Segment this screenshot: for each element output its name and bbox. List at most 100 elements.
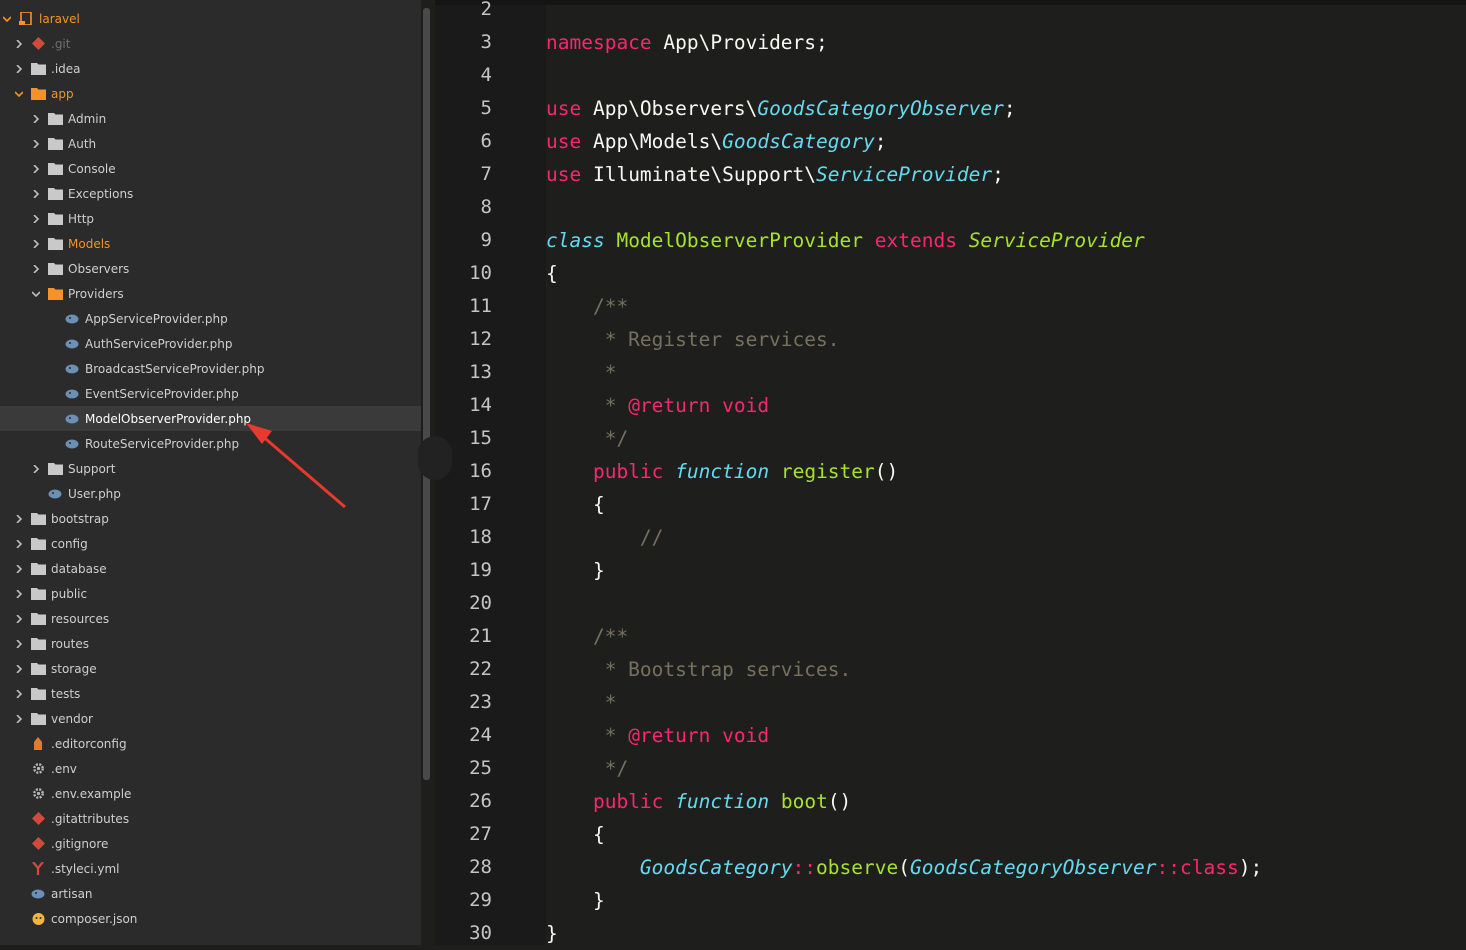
php-icon (64, 412, 80, 426)
tree-item-console[interactable]: Console (0, 156, 421, 181)
tree-item-routeserviceprovider-php[interactable]: RouteServiceProvider.php (0, 431, 421, 456)
tree-item-appserviceprovider-php[interactable]: AppServiceProvider.php (0, 306, 421, 331)
tree-item-models[interactable]: Models (0, 231, 421, 256)
tree-item-laravel[interactable]: laravel (0, 6, 421, 31)
tree-item-composer-json[interactable]: composer.json (0, 906, 421, 931)
chevron-down-icon[interactable] (2, 12, 12, 26)
tree-item-eventserviceprovider-php[interactable]: EventServiceProvider.php (0, 381, 421, 406)
code-line[interactable]: * Bootstrap services. (546, 653, 852, 686)
chevron-right-icon[interactable] (31, 112, 41, 126)
folder-icon (30, 512, 46, 526)
chevron-right-icon[interactable] (14, 637, 24, 651)
tree-item-idea[interactable]: .idea (0, 56, 421, 81)
chevron-right-icon[interactable] (14, 37, 24, 51)
tree-item-gitignore[interactable]: .gitignore (0, 831, 421, 856)
chevron-right-icon[interactable] (31, 187, 41, 201)
chevron-right-icon[interactable] (31, 462, 41, 476)
tree-item-user-php[interactable]: User.php (0, 481, 421, 506)
chevron-right-icon[interactable] (31, 262, 41, 276)
line-number: 14 (469, 394, 492, 416)
chevron-right-icon[interactable] (14, 712, 24, 726)
code-line[interactable]: */ (546, 752, 629, 785)
folder-icon (47, 462, 63, 476)
code-line[interactable]: // (546, 521, 664, 554)
chevron-right-icon[interactable] (31, 237, 41, 251)
chevron-right-icon[interactable] (14, 587, 24, 601)
tree-item-admin[interactable]: Admin (0, 106, 421, 131)
tree-item-providers[interactable]: Providers (0, 281, 421, 306)
tree-item-app[interactable]: app (0, 81, 421, 106)
tree-item-database[interactable]: database (0, 556, 421, 581)
tree-item-gitattributes[interactable]: .gitattributes (0, 806, 421, 831)
code-line[interactable]: * (546, 686, 617, 719)
tree-item-routes[interactable]: routes (0, 631, 421, 656)
tree-item-http[interactable]: Http (0, 206, 421, 231)
chevron-right-icon[interactable] (31, 162, 41, 176)
php-icon (30, 887, 46, 901)
php-icon (64, 337, 80, 351)
chevron-down-icon[interactable] (31, 287, 41, 301)
code-token: :: (792, 856, 817, 879)
tree-item-exceptions[interactable]: Exceptions (0, 181, 421, 206)
code-line[interactable]: * (546, 356, 617, 389)
tree-item-auth[interactable]: Auth (0, 131, 421, 156)
code-line[interactable]: use App\Models\GoodsCategory; (546, 125, 887, 158)
tree-item-config[interactable]: config (0, 531, 421, 556)
tree-item-storage[interactable]: storage (0, 656, 421, 681)
code-line[interactable]: * @return void (546, 719, 769, 752)
chevron-right-icon[interactable] (14, 537, 24, 551)
tree-item-broadcastserviceprovider-php[interactable]: BroadcastServiceProvider.php (0, 356, 421, 381)
code-line[interactable]: namespace App\Providers; (546, 26, 828, 59)
tree-item-modelobserverprovider-php[interactable]: ModelObserverProvider.php (0, 406, 421, 431)
code-line[interactable]: } (546, 554, 605, 587)
chevron-right-icon[interactable] (14, 62, 24, 76)
tree-item-env[interactable]: .env (0, 756, 421, 781)
tree-item-label: Exceptions (68, 186, 134, 201)
tree-item-observers[interactable]: Observers (0, 256, 421, 281)
code-line[interactable]: } (546, 884, 605, 917)
chevron-down-icon[interactable] (14, 87, 24, 101)
tree-item-bootstrap[interactable]: bootstrap (0, 506, 421, 531)
code-line[interactable]: /** (546, 290, 628, 323)
tree-item-tests[interactable]: tests (0, 681, 421, 706)
sidebar-scrollbar[interactable] (423, 8, 430, 780)
code-line[interactable]: /** (546, 620, 628, 653)
code-line[interactable]: GoodsCategory::observe(GoodsCategoryObse… (546, 851, 1262, 884)
code-line[interactable]: class ModelObserverProvider extends Serv… (546, 224, 1145, 257)
code-token: ; (1003, 97, 1016, 120)
code-line[interactable]: use App\Observers\GoodsCategoryObserver; (546, 92, 1016, 125)
tree-item-artisan[interactable]: artisan (0, 881, 421, 906)
chevron-right-icon[interactable] (14, 562, 24, 576)
code-line[interactable]: { (546, 488, 605, 521)
chevron-right-icon[interactable] (14, 687, 24, 701)
chevron-right-icon[interactable] (31, 212, 41, 226)
tree-item-label: AuthServiceProvider.php (85, 336, 233, 351)
chevron-right-icon[interactable] (31, 137, 41, 151)
code-line[interactable]: public function register() (546, 455, 898, 488)
code-line[interactable]: public function boot() (546, 785, 851, 818)
code-line[interactable]: { (546, 818, 605, 851)
tree-item-public[interactable]: public (0, 581, 421, 606)
chevron-right-icon[interactable] (14, 662, 24, 676)
tree-item-support[interactable]: Support (0, 456, 421, 481)
tree-item-git[interactable]: .git (0, 31, 421, 56)
code-line[interactable]: { (546, 257, 558, 290)
tree-item-resources[interactable]: resources (0, 606, 421, 631)
tree-item-authserviceprovider-php[interactable]: AuthServiceProvider.php (0, 331, 421, 356)
chevron-right-icon[interactable] (14, 512, 24, 526)
code-line[interactable]: */ (546, 422, 629, 455)
tree-item-vendor[interactable]: vendor (0, 706, 421, 731)
tree-item-label: .git (51, 36, 71, 51)
code-token: () (827, 790, 852, 813)
code-line[interactable]: } (546, 917, 558, 950)
code-line[interactable]: * @return void (546, 389, 769, 422)
tree-item-env-example[interactable]: .env.example (0, 781, 421, 806)
tree-item-editorconfig[interactable]: .editorconfig (0, 731, 421, 756)
code-line[interactable]: use Illuminate\Support\ServiceProvider; (546, 158, 1004, 191)
code-token: */ (546, 427, 629, 450)
tree-item-styleci-yml[interactable]: .styleci.yml (0, 856, 421, 881)
code-line[interactable]: * Register services. (546, 323, 840, 356)
chevron-right-icon[interactable] (14, 612, 24, 626)
